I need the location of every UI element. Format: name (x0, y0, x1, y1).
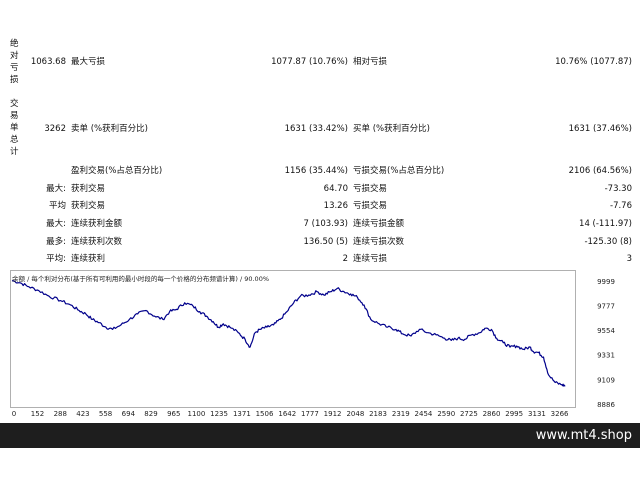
loss-trades-label: 亏损交易(%占总百分比) (353, 166, 445, 176)
profit-trades-label: 盈利交易(%占总百分比) (71, 166, 163, 176)
average-consecutive-prefix: 平均: (46, 254, 66, 264)
y-tick-label: 9331 (597, 352, 615, 360)
absolute-drawdown-section-label: 绝对亏损 (10, 39, 19, 85)
x-tick-label: 1642 (278, 410, 296, 418)
y-tick-label: 8886 (597, 401, 615, 409)
long-positions-label: 买单 (%获利百分比) (353, 124, 430, 134)
max-consecutive-losses-value: 14 (-111.97) (579, 219, 632, 229)
average-consecutive-losses-label: 连续亏损 (353, 254, 388, 264)
long-positions-value: 1631 (37.46%) (568, 124, 632, 134)
largest-profit-trade-label: 获利交易 (71, 184, 106, 194)
x-tick-label: 694 (122, 410, 136, 418)
x-tick-label: 3266 (551, 410, 569, 418)
x-tick-label: 1777 (301, 410, 319, 418)
x-tick-label: 2725 (460, 410, 478, 418)
maximal-consecutive-profit-label: 连续获利次数 (71, 237, 123, 247)
average-consecutive-wins-value: 2 (342, 254, 348, 264)
balance-chart: 9999 9777 9554 9331 9109 8886 0 152 288 423 558 694… (10, 270, 615, 418)
average-profit-trade-label: 获利交易 (71, 201, 106, 211)
average-loss-trade-value: -7.76 (610, 201, 632, 211)
x-tick-label: 0 (12, 410, 16, 418)
largest-prefix: 最大: (46, 184, 66, 194)
short-positions-value: 1631 (33.42%) (284, 124, 348, 134)
site-url[interactable]: www.mt4.shop (536, 428, 632, 443)
x-tick-label: 2183 (369, 410, 387, 418)
x-tick-label: 2860 (483, 410, 501, 418)
x-tick-label: 2590 (437, 410, 455, 418)
x-tick-label: 829 (144, 410, 157, 418)
x-tick-label: 558 (99, 410, 112, 418)
relative-drawdown-label: 相对亏损 (353, 57, 388, 67)
x-tick-label: 1506 (256, 410, 274, 418)
average-profit-trade-value: 13.26 (323, 201, 348, 211)
maximal-consecutive-loss-value: -125.30 (8) (584, 237, 632, 247)
average-consecutive-losses-value: 3 (626, 254, 632, 264)
bottom-area (0, 448, 640, 480)
y-tick-label: 9554 (597, 327, 615, 335)
loss-trades-value: 2106 (64.56%) (568, 166, 632, 176)
x-tick-label: 1912 (324, 410, 342, 418)
x-tick-label: 423 (76, 410, 89, 418)
absolute-drawdown-value: 1063.68 (30, 57, 66, 67)
average-loss-trade-label: 亏损交易 (353, 201, 388, 211)
max-drawdown-value: 1077.87 (10.76%) (271, 57, 348, 67)
x-tick-label: 288 (54, 410, 67, 418)
short-positions-label: 卖单 (%获利百分比) (71, 124, 148, 134)
x-tick-label: 2995 (505, 410, 523, 418)
largest-profit-trade-value: 64.70 (323, 184, 348, 194)
x-tick-label: 152 (31, 410, 44, 418)
max-consecutive-prefix: 最大: (46, 219, 66, 229)
average-consecutive-wins-label: 连续获利 (71, 254, 106, 264)
footer-bar: www.mt4.shop (0, 423, 640, 448)
x-tick-label: 2048 (346, 410, 364, 418)
chart-plot-border (10, 270, 576, 408)
largest-loss-trade-label: 亏损交易 (353, 184, 388, 194)
profit-trades-value: 1156 (35.44%) (284, 166, 348, 176)
x-tick-label: 1100 (188, 410, 206, 418)
maximal-prefix: 最多: (46, 237, 66, 247)
x-tick-label: 3131 (528, 410, 546, 418)
total-trades-value: 3262 (44, 124, 66, 134)
x-tick-label: 1371 (233, 410, 251, 418)
chart-title: 余额 / 每个利对分布(基于所有可利用的最小时段的每一个价格的分布频谱计算) /… (12, 275, 270, 283)
y-tick-label: 9999 (597, 278, 615, 286)
x-tick-label: 2319 (392, 410, 410, 418)
max-consecutive-wins-label: 连续获利金额 (71, 219, 123, 229)
max-consecutive-losses-label: 连续亏损金额 (353, 219, 405, 229)
x-tick-label: 965 (167, 410, 180, 418)
maximal-consecutive-loss-label: 连续亏损次数 (353, 237, 405, 247)
largest-loss-trade-value: -73.30 (604, 184, 632, 194)
relative-drawdown-value: 10.76% (1077.87) (555, 57, 632, 67)
max-consecutive-wins-value: 7 (103.93) (303, 219, 348, 229)
trades-summary-section-label: 交易单总计 (10, 99, 19, 157)
maximal-consecutive-profit-value: 136.50 (5) (303, 237, 348, 247)
max-drawdown-label: 最大亏损 (71, 57, 106, 67)
x-tick-label: 2454 (415, 410, 433, 418)
y-tick-label: 9777 (597, 302, 615, 310)
average-prefix: 平均 (48, 201, 66, 211)
y-tick-label: 9109 (597, 376, 615, 384)
x-tick-label: 1235 (210, 410, 228, 418)
